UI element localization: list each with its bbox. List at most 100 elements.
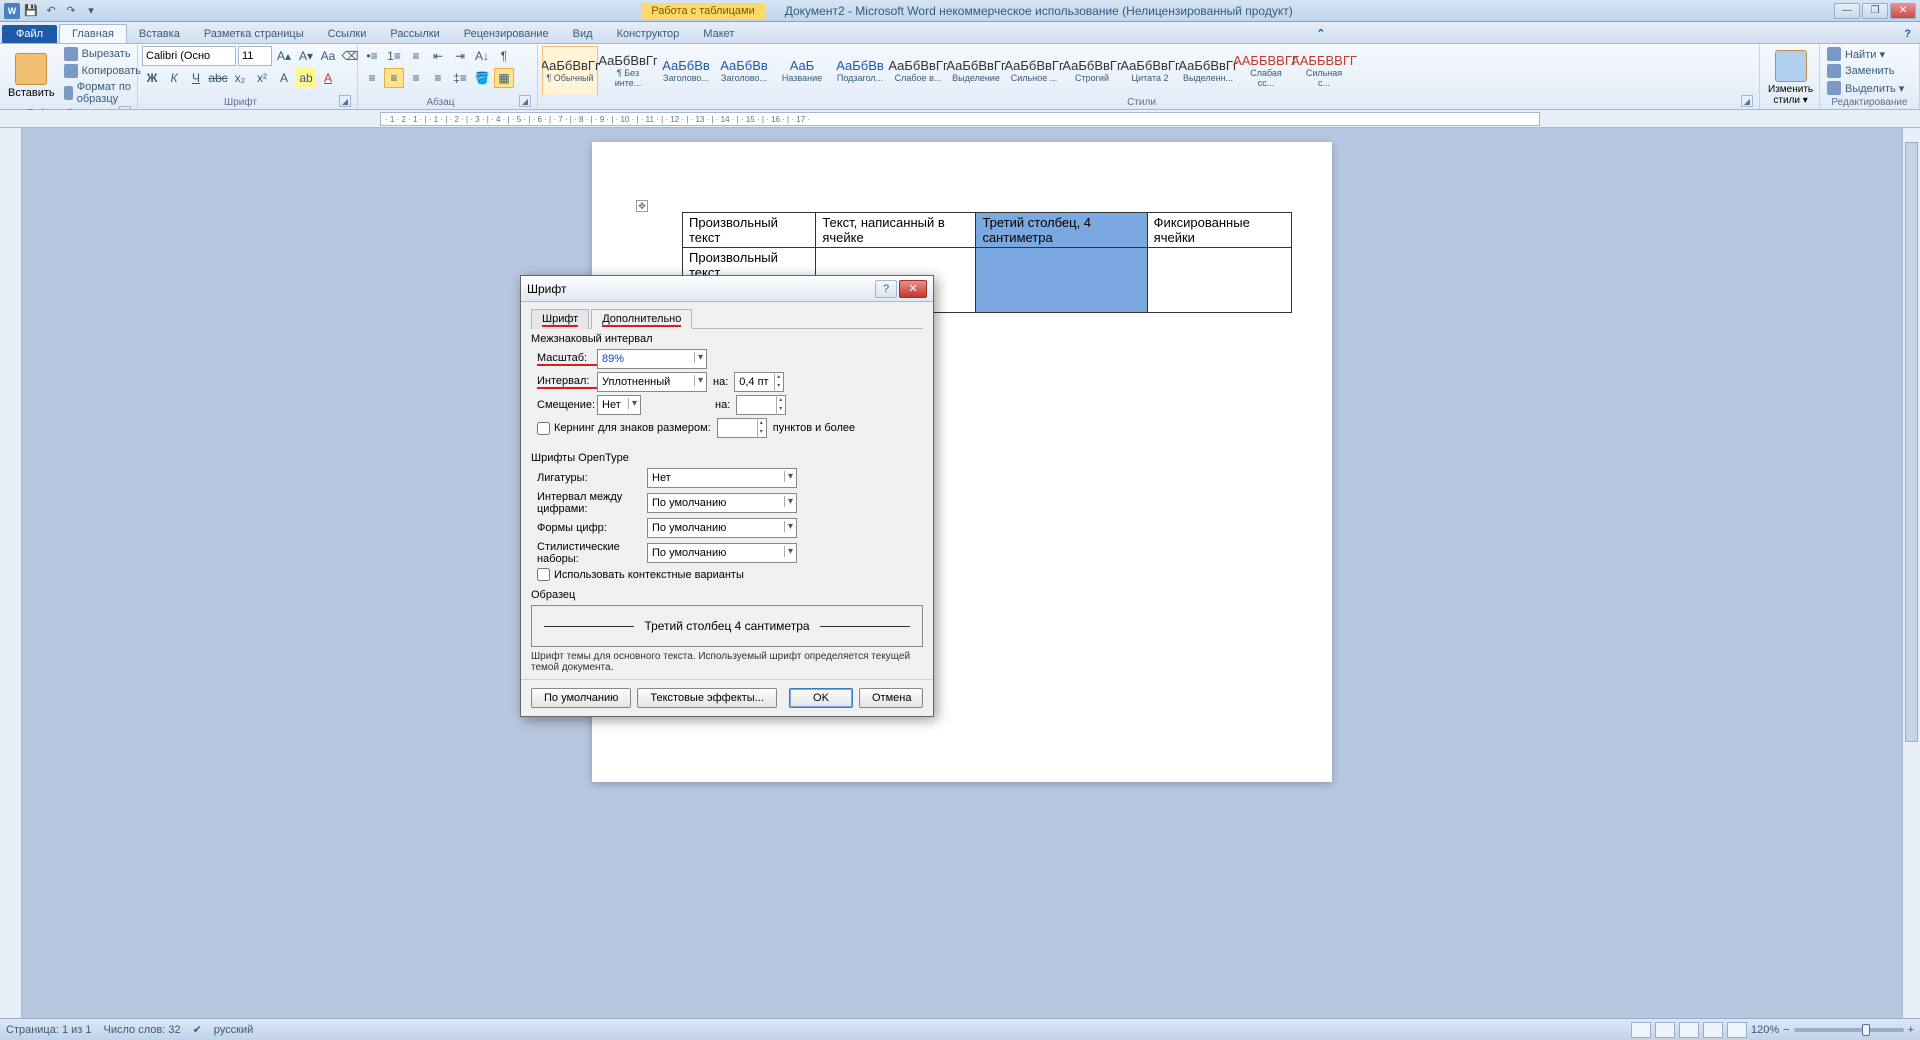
close-button[interactable]: ✕: [1890, 3, 1916, 19]
contextual-check-input[interactable]: [537, 568, 550, 581]
view-print-layout-icon[interactable]: [1631, 1022, 1651, 1038]
view-web-icon[interactable]: [1679, 1022, 1699, 1038]
find-button[interactable]: Найти ▾: [1824, 46, 1907, 62]
scale-combo[interactable]: 89%: [597, 349, 707, 369]
status-language[interactable]: русский: [214, 1024, 253, 1036]
line-spacing-icon[interactable]: ‡≡: [450, 68, 470, 88]
status-proofing-icon[interactable]: ✔: [193, 1023, 202, 1036]
justify-icon[interactable]: ≡: [428, 68, 448, 88]
dialog-tab-font[interactable]: Шрифт: [531, 309, 589, 329]
highlight-icon[interactable]: ab: [296, 68, 316, 88]
zoom-slider-thumb[interactable]: [1862, 1024, 1870, 1036]
table-cell[interactable]: Текст, написанный в ячейке: [816, 213, 976, 248]
paragraph-launcher[interactable]: ◢: [519, 95, 531, 107]
indent-dec-icon[interactable]: ⇤: [428, 46, 448, 66]
undo-icon[interactable]: ↶: [42, 2, 60, 20]
minimize-button[interactable]: —: [1834, 3, 1860, 19]
redo-icon[interactable]: ↷: [62, 2, 80, 20]
stylesets-combo[interactable]: По умолчанию: [647, 543, 797, 563]
style-item[interactable]: ААББВВГГСлабая сс...: [1238, 46, 1294, 95]
status-zoom[interactable]: 120%: [1751, 1024, 1779, 1036]
show-marks-icon[interactable]: ¶: [494, 46, 514, 66]
styles-launcher[interactable]: ◢: [1741, 95, 1753, 107]
style-item[interactable]: ААББВВГГСильная с...: [1296, 46, 1352, 95]
style-item[interactable]: АаБбВвГгВыделенн...: [1180, 46, 1236, 95]
tab-mailings[interactable]: Рассылки: [378, 25, 451, 43]
tab-home[interactable]: Главная: [59, 24, 127, 43]
tab-table-design[interactable]: Конструктор: [605, 25, 692, 43]
strike-icon[interactable]: abc: [208, 68, 228, 88]
view-fullscreen-icon[interactable]: [1655, 1022, 1675, 1038]
shrink-font-icon[interactable]: A▾: [296, 46, 316, 66]
change-case-icon[interactable]: Aa: [318, 46, 338, 66]
align-right-icon[interactable]: ≡: [406, 68, 426, 88]
table-cell[interactable]: [1147, 248, 1291, 313]
style-item[interactable]: АаБбВвЗаголово...: [716, 46, 772, 95]
clear-format-icon[interactable]: ⌫: [340, 46, 360, 66]
select-button[interactable]: Выделить ▾: [1824, 80, 1907, 96]
zoom-out-icon[interactable]: −: [1783, 1024, 1789, 1036]
text-effects-button[interactable]: Текстовые эффекты...: [637, 688, 777, 708]
cut-button[interactable]: Вырезать: [61, 46, 144, 62]
underline-icon[interactable]: Ч: [186, 68, 206, 88]
copy-button[interactable]: Копировать: [61, 63, 144, 79]
font-size-combo[interactable]: 11: [238, 46, 272, 66]
font-name-combo[interactable]: Calibri (Осно: [142, 46, 236, 66]
numbering-icon[interactable]: 1≡: [384, 46, 404, 66]
spacing-by-spin[interactable]: 0,4 пт: [734, 372, 784, 392]
superscript-icon[interactable]: x²: [252, 68, 272, 88]
style-item[interactable]: АаБбВвЗаголово...: [658, 46, 714, 95]
qat-customize-icon[interactable]: ▾: [82, 2, 100, 20]
table-cell[interactable]: Произвольный текст: [683, 213, 816, 248]
indent-inc-icon[interactable]: ⇥: [450, 46, 470, 66]
table-cell-selected[interactable]: [976, 248, 1147, 313]
default-button[interactable]: По умолчанию: [531, 688, 631, 708]
status-page[interactable]: Страница: 1 из 1: [6, 1024, 92, 1036]
table-move-handle[interactable]: ✥: [636, 200, 648, 212]
style-item[interactable]: АаБбВвГгСлабое в...: [890, 46, 946, 95]
align-left-icon[interactable]: ≡: [362, 68, 382, 88]
text-effects-icon[interactable]: A: [274, 68, 294, 88]
position-by-spin[interactable]: [736, 395, 786, 415]
multilevel-icon[interactable]: ≡: [406, 46, 426, 66]
style-item[interactable]: АаБбВвГг¶ Без инте...: [600, 46, 656, 95]
font-color-icon[interactable]: A: [318, 68, 338, 88]
cancel-button[interactable]: Отмена: [859, 688, 923, 708]
replace-button[interactable]: Заменить: [1824, 63, 1907, 79]
align-center-icon[interactable]: ≡: [384, 68, 404, 88]
numforms-combo[interactable]: По умолчанию: [647, 518, 797, 538]
dialog-tab-advanced[interactable]: Дополнительно: [591, 309, 692, 329]
status-words[interactable]: Число слов: 32: [104, 1024, 181, 1036]
kerning-size-spin[interactable]: [717, 418, 767, 438]
style-item[interactable]: АаБбВвПодзагол...: [832, 46, 888, 95]
paste-button[interactable]: Вставить: [4, 51, 59, 101]
style-item[interactable]: АаБНазвание: [774, 46, 830, 95]
ligatures-combo[interactable]: Нет: [647, 468, 797, 488]
tab-insert[interactable]: Вставка: [127, 25, 192, 43]
borders-icon[interactable]: ▦: [494, 68, 514, 88]
position-combo[interactable]: Нет: [597, 395, 641, 415]
zoom-slider[interactable]: [1794, 1028, 1904, 1032]
shading-icon[interactable]: 🪣: [472, 68, 492, 88]
spacing-combo[interactable]: Уплотненный: [597, 372, 707, 392]
table-cell[interactable]: Фиксированные ячейки: [1147, 213, 1291, 248]
bullets-icon[interactable]: •≡: [362, 46, 382, 66]
dialog-titlebar[interactable]: Шрифт ? ✕: [521, 276, 933, 302]
save-icon[interactable]: 💾: [22, 2, 40, 20]
contextual-checkbox[interactable]: Использовать контекстные варианты: [537, 568, 923, 581]
style-item[interactable]: АаБбВвГг¶ Обычный: [542, 46, 598, 95]
style-item[interactable]: АаБбВвГгЦитата 2: [1122, 46, 1178, 95]
change-styles-button[interactable]: Изменить стили ▾: [1764, 48, 1817, 108]
tab-pagelayout[interactable]: Разметка страницы: [192, 25, 316, 43]
subscript-icon[interactable]: x₂: [230, 68, 250, 88]
view-draft-icon[interactable]: [1727, 1022, 1747, 1038]
kerning-checkbox[interactable]: Кернинг для знаков размером:: [537, 422, 711, 435]
font-launcher[interactable]: ◢: [339, 95, 351, 107]
scrollbar-thumb[interactable]: [1905, 142, 1918, 742]
tab-file[interactable]: Файл: [2, 25, 57, 43]
bold-icon[interactable]: Ж: [142, 68, 162, 88]
dialog-close-button[interactable]: ✕: [899, 280, 927, 298]
table-row[interactable]: Произвольный текст Текст, написанный в я…: [683, 213, 1292, 248]
vertical-ruler[interactable]: [0, 128, 22, 1018]
tab-table-layout[interactable]: Макет: [691, 25, 746, 43]
